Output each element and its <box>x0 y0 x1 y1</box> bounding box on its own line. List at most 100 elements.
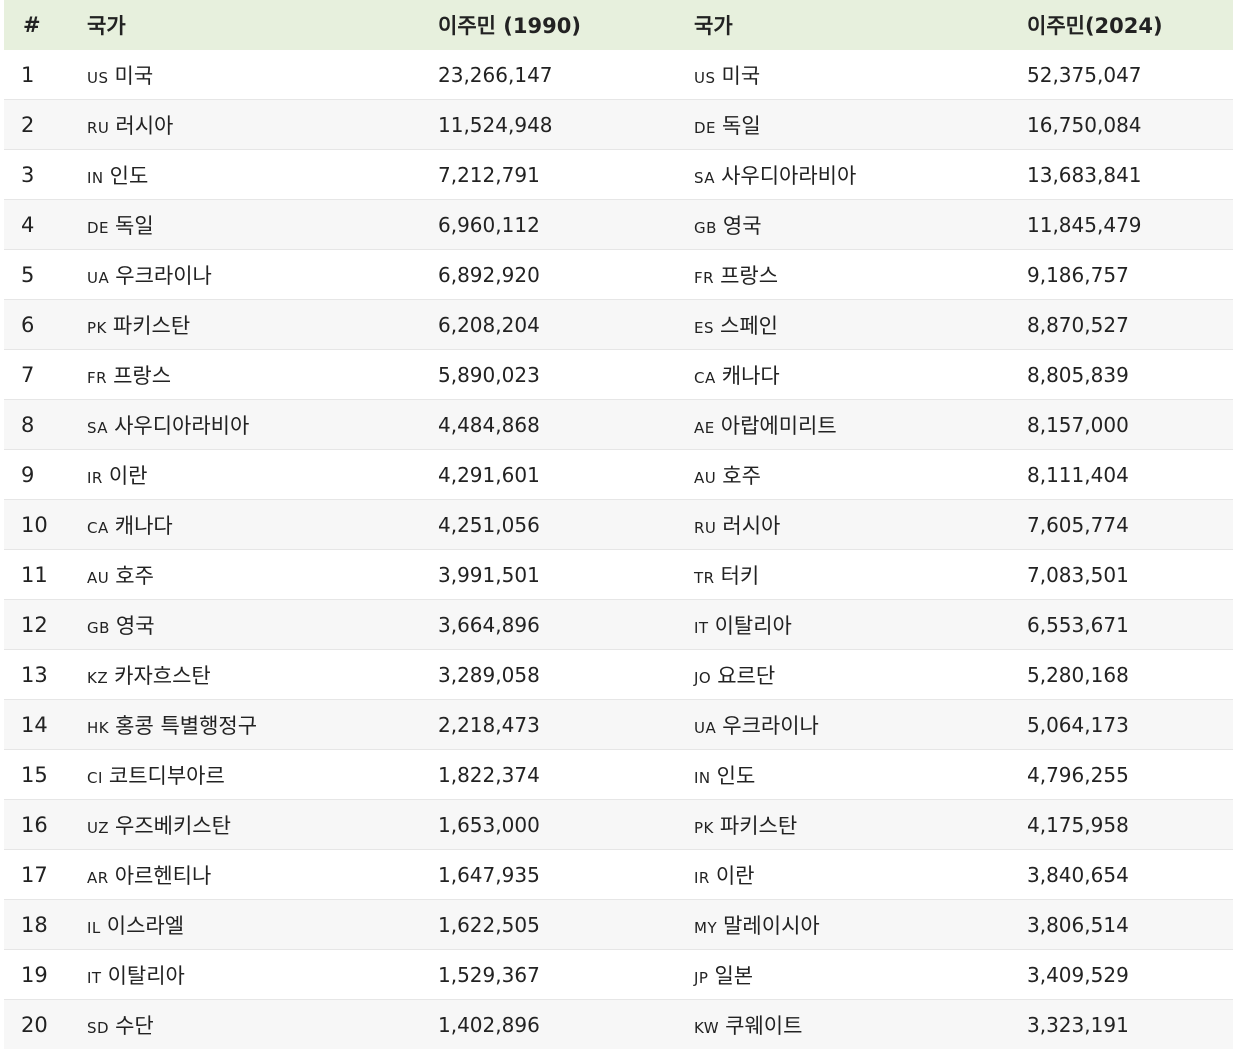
rank-cell: 17 <box>4 850 87 900</box>
country-code: SA <box>87 419 108 437</box>
country-code: HK <box>87 719 109 737</box>
country-2024-cell: CA캐나다 <box>694 350 1027 400</box>
immigrants-1990-cell: 23,266,147 <box>438 50 694 100</box>
immigrants-2024-cell: 7,083,501 <box>1027 550 1233 600</box>
country-name: 독일 <box>722 114 761 138</box>
country-name: 이란 <box>109 464 148 488</box>
country-name: 인도 <box>110 164 149 188</box>
country-1990-cell: RU러시아 <box>87 100 438 150</box>
country-code: IN <box>87 169 104 187</box>
table-row: 20SD수단1,402,896KW쿠웨이트3,323,191 <box>4 1000 1233 1049</box>
country-code: IL <box>87 919 101 937</box>
country-code: CI <box>87 769 103 787</box>
rank-cell: 6 <box>4 300 87 350</box>
rank-cell: 19 <box>4 950 87 1000</box>
country-2024-cell: FR프랑스 <box>694 250 1027 300</box>
country-code: IN <box>694 769 711 787</box>
immigrant-ranking-table: # 국가 이주민 (1990) 국가 이주민(2024) 1US미국23,266… <box>4 0 1233 1049</box>
country-name: 우즈베키스탄 <box>115 814 231 838</box>
country-name: 호주 <box>115 564 154 588</box>
country-code: PK <box>87 319 107 337</box>
immigrants-1990-cell: 6,960,112 <box>438 200 694 250</box>
country-code: TR <box>694 569 715 587</box>
country-code: UA <box>87 269 109 287</box>
immigrants-1990-cell: 11,524,948 <box>438 100 694 150</box>
immigrants-2024-cell: 8,805,839 <box>1027 350 1233 400</box>
country-code: JP <box>694 969 708 987</box>
immigrants-1990-cell: 1,402,896 <box>438 1000 694 1049</box>
header-rank: # <box>4 0 87 50</box>
country-1990-cell: HK홍콩 특별행정구 <box>87 700 438 750</box>
country-code: RU <box>694 519 716 537</box>
immigrants-2024-cell: 3,409,529 <box>1027 950 1233 1000</box>
immigrants-1990-cell: 1,653,000 <box>438 800 694 850</box>
country-name: 영국 <box>723 214 762 238</box>
rank-cell: 15 <box>4 750 87 800</box>
country-code: UA <box>694 719 716 737</box>
table-row: 17AR아르헨티나1,647,935IR이란3,840,654 <box>4 850 1233 900</box>
country-2024-cell: US미국 <box>694 50 1027 100</box>
country-code: KZ <box>87 669 108 687</box>
country-code: IT <box>694 619 709 637</box>
immigrants-1990-cell: 1,822,374 <box>438 750 694 800</box>
country-code: SA <box>694 169 715 187</box>
country-name: 사우디아라비아 <box>721 164 856 188</box>
immigrants-1990-cell: 4,291,601 <box>438 450 694 500</box>
country-name: 말레이시아 <box>723 914 820 938</box>
country-1990-cell: GB영국 <box>87 600 438 650</box>
country-code: AR <box>87 869 109 887</box>
country-name: 프랑스 <box>113 364 171 388</box>
immigrants-2024-cell: 4,796,255 <box>1027 750 1233 800</box>
immigrants-1990-cell: 7,212,791 <box>438 150 694 200</box>
country-code: AU <box>694 469 716 487</box>
immigrants-2024-cell: 5,064,173 <box>1027 700 1233 750</box>
country-2024-cell: ES스페인 <box>694 300 1027 350</box>
country-1990-cell: IT이탈리아 <box>87 950 438 1000</box>
country-code: UZ <box>87 819 109 837</box>
immigrants-2024-cell: 11,845,479 <box>1027 200 1233 250</box>
immigrants-1990-cell: 5,890,023 <box>438 350 694 400</box>
table-row: 1US미국23,266,147US미국52,375,047 <box>4 50 1233 100</box>
country-1990-cell: US미국 <box>87 50 438 100</box>
rank-cell: 18 <box>4 900 87 950</box>
header-immigrants-1990: 이주민 (1990) <box>438 0 694 50</box>
immigrants-2024-cell: 5,280,168 <box>1027 650 1233 700</box>
country-2024-cell: TR터키 <box>694 550 1027 600</box>
immigrants-1990-cell: 3,289,058 <box>438 650 694 700</box>
country-name: 영국 <box>116 614 155 638</box>
country-name: 미국 <box>115 64 154 88</box>
country-code: AU <box>87 569 109 587</box>
country-2024-cell: AE아랍에미리트 <box>694 400 1027 450</box>
country-2024-cell: MY말레이시아 <box>694 900 1027 950</box>
immigrants-1990-cell: 1,622,505 <box>438 900 694 950</box>
table-row: 7FR프랑스5,890,023CA캐나다8,805,839 <box>4 350 1233 400</box>
country-name: 인도 <box>717 764 756 788</box>
country-1990-cell: CA캐나다 <box>87 500 438 550</box>
immigrants-1990-cell: 2,218,473 <box>438 700 694 750</box>
table-row: 14HK홍콩 특별행정구2,218,473UA우크라이나5,064,173 <box>4 700 1233 750</box>
country-code: FR <box>694 269 714 287</box>
immigrants-2024-cell: 8,111,404 <box>1027 450 1233 500</box>
country-2024-cell: AU호주 <box>694 450 1027 500</box>
country-name: 이탈리아 <box>715 614 792 638</box>
country-name: 쿠웨이트 <box>725 1014 802 1038</box>
country-name: 우크라이나 <box>722 714 819 738</box>
country-1990-cell: IL이스라엘 <box>87 900 438 950</box>
country-1990-cell: AR 아르헨티나 <box>87 850 438 900</box>
country-name: 아르헨티나 <box>115 864 212 888</box>
rank-cell: 10 <box>4 500 87 550</box>
country-2024-cell: PK파키스탄 <box>694 800 1027 850</box>
header-country-1990: 국가 <box>87 0 438 50</box>
table-container: # 국가 이주민 (1990) 국가 이주민(2024) 1US미국23,266… <box>0 0 1237 1049</box>
rank-cell: 13 <box>4 650 87 700</box>
country-code: IR <box>694 869 710 887</box>
country-name: 파키스탄 <box>720 814 797 838</box>
country-1990-cell: IN 인도 <box>87 150 438 200</box>
country-code: JO <box>694 669 711 687</box>
table-row: 9IR이란4,291,601AU호주8,111,404 <box>4 450 1233 500</box>
country-name: 우크라이나 <box>115 264 212 288</box>
country-1990-cell: IR이란 <box>87 450 438 500</box>
immigrants-1990-cell: 1,647,935 <box>438 850 694 900</box>
table-row: 13KZ카자흐스탄3,289,058JO요르단5,280,168 <box>4 650 1233 700</box>
country-1990-cell: SA사우디아라비아 <box>87 400 438 450</box>
